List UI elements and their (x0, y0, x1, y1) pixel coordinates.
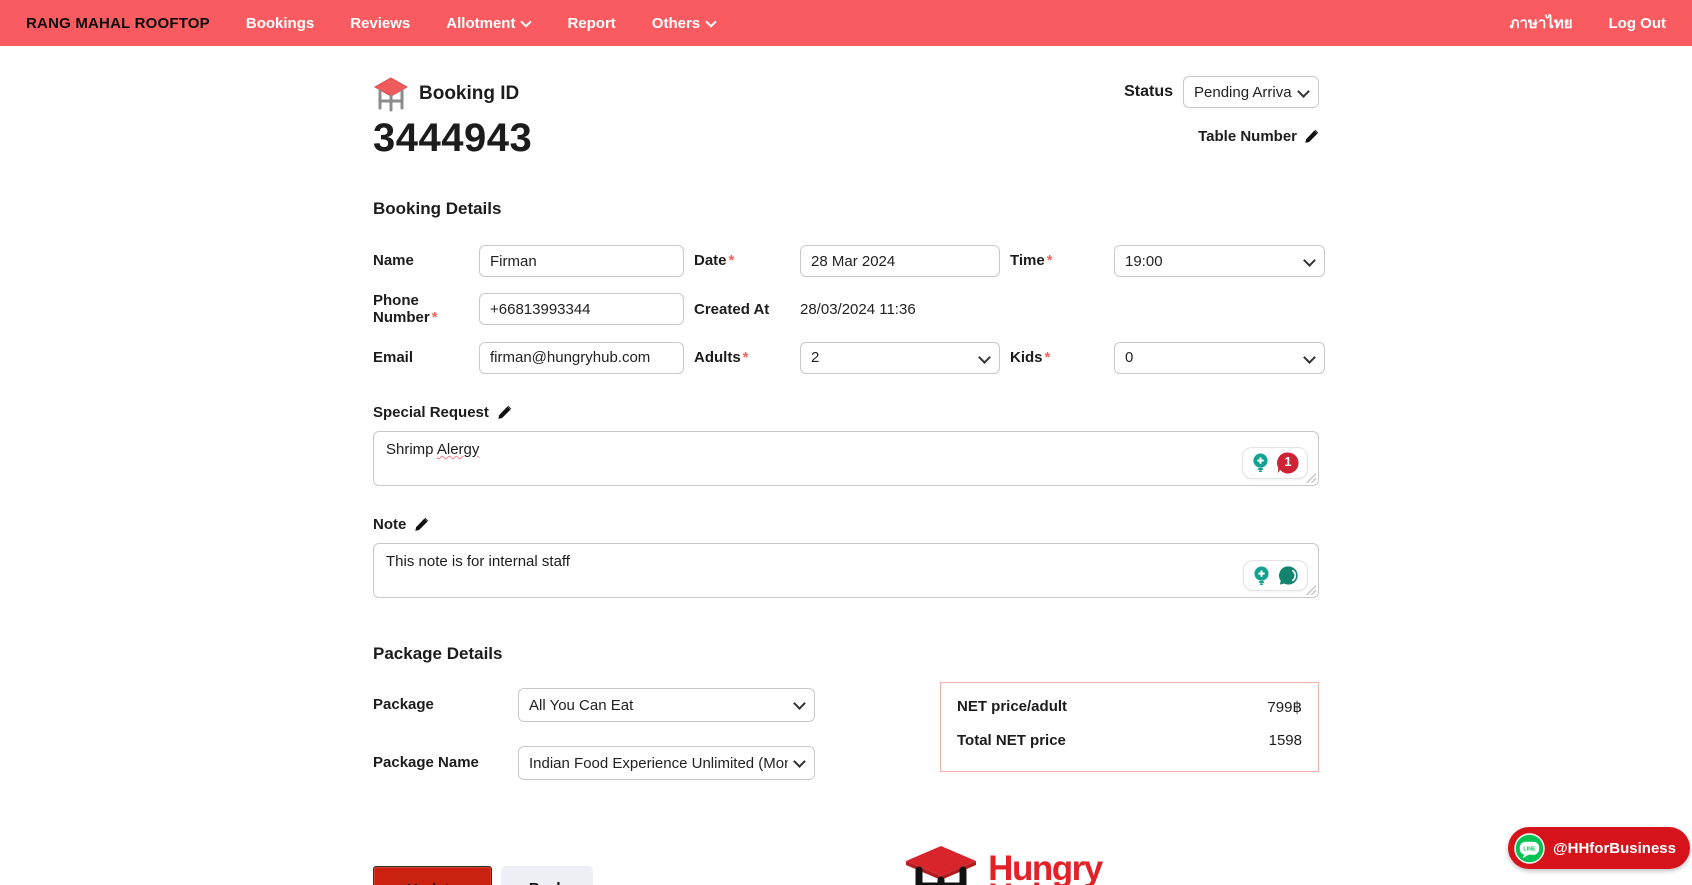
time-select[interactable]: 19:00 (1114, 245, 1325, 277)
package-select-wrap: All You Can Eat (518, 688, 815, 722)
email-input[interactable] (479, 342, 684, 374)
nav-item-allotment[interactable]: Allotment (446, 15, 531, 32)
booking-header: Booking ID 3444943 Status Pending Arriva… (373, 76, 1319, 161)
created-at-value: 28/03/2024 11:36 (800, 301, 1000, 318)
package-details-title: Package Details (373, 644, 1319, 664)
special-request-header: Special Request (373, 404, 1319, 421)
required-marker: * (432, 309, 438, 326)
package-fields: Package All You Can Eat Package Name Ind… (373, 688, 940, 804)
nav-item-bookings[interactable]: Bookings (246, 15, 314, 32)
adults-select[interactable]: 2 (800, 342, 1000, 374)
package-name-label: Package Name (373, 754, 518, 771)
booking-id-block: Booking ID 3444943 (373, 76, 532, 161)
nav-item-label: Others (652, 15, 700, 32)
required-marker: * (1047, 252, 1053, 269)
package-name-select-wrap: Indian Food Experience Unlimited (Monday (518, 746, 815, 780)
table-number-label: Table Number (1198, 128, 1297, 145)
package-select[interactable]: All You Can Eat (518, 688, 815, 722)
back-button[interactable]: Back (501, 866, 593, 885)
required-marker: * (743, 349, 749, 366)
line-contact-button[interactable]: LINE @HHforBusiness (1508, 827, 1690, 869)
status-select-wrap: Pending Arrival (1183, 76, 1319, 108)
adults-select-wrap: 2 (800, 342, 1000, 374)
date-input[interactable] (800, 245, 1000, 277)
nav-item-label: Log Out (1609, 15, 1666, 32)
nav-item-thai-language[interactable]: ภาษาไทย (1510, 11, 1573, 35)
nav-item-label: Bookings (246, 15, 314, 32)
note-icons-pill (1243, 560, 1308, 591)
time-select-wrap: 19:00 (1114, 245, 1325, 277)
price-summary-box: NET price/adult 799฿ Total NET price 159… (940, 682, 1319, 772)
status-block: Status Pending Arrival Table Number (1124, 76, 1319, 161)
kids-select-wrap: 0 (1114, 342, 1325, 374)
note-text: This note is for internal staff (386, 553, 570, 570)
footer: Update Back Hungry Hub Restaurant Suppor… (373, 866, 1319, 885)
name-label: Name (373, 252, 469, 269)
booking-id-label: Booking ID (419, 83, 519, 105)
nav-item-label: Allotment (446, 15, 515, 32)
kids-select[interactable]: 0 (1114, 342, 1325, 374)
edit-pencil-icon[interactable] (1304, 129, 1319, 144)
special-request-label: Special Request (373, 404, 489, 421)
hungryhub-wordmark: Hungry Hub (988, 855, 1102, 885)
nav-item-label: ภาษาไทย (1510, 11, 1573, 35)
nav-item-reviews[interactable]: Reviews (350, 15, 410, 32)
nav-item-report[interactable]: Report (567, 15, 615, 32)
nav-item-label: Reviews (350, 15, 410, 32)
status-select[interactable]: Pending Arrival (1183, 76, 1319, 108)
comment-count-badge[interactable]: 1 (1276, 451, 1300, 475)
created-at-label: Created At (694, 301, 790, 318)
net-price-adult-value: 799฿ (1267, 698, 1302, 716)
name-input[interactable] (479, 245, 684, 277)
edit-pencil-icon[interactable] (414, 517, 429, 532)
update-button[interactable]: Update (373, 866, 492, 885)
package-name-select[interactable]: Indian Food Experience Unlimited (Monday (518, 746, 815, 780)
kids-label: Kids* (1010, 349, 1104, 366)
table-number-row[interactable]: Table Number (1124, 128, 1319, 145)
note-header: Note (373, 516, 1319, 533)
restaurant-brand[interactable]: RANG MAHAL ROOFTOP (26, 15, 210, 32)
note-textarea[interactable]: This note is for internal staff (373, 543, 1319, 598)
time-label: Time* (1010, 252, 1104, 269)
special-request-text-misspelled: Alergy (437, 441, 480, 458)
adults-label: Adults* (694, 349, 790, 366)
badge-count: 1 (1276, 454, 1300, 469)
chevron-down-icon (521, 18, 531, 28)
nav-item-label: Report (567, 15, 615, 32)
total-net-price-label: Total NET price (957, 732, 1066, 749)
package-section: Package All You Can Eat Package Name Ind… (373, 688, 1319, 804)
top-navbar: RANG MAHAL ROOFTOP Bookings Reviews Allo… (0, 0, 1692, 46)
chevron-down-icon (706, 18, 716, 28)
note-label: Note (373, 516, 406, 533)
booking-details-form: Name Date* Time* 19:00 Phone Number* Cre… (373, 245, 1319, 374)
booking-details-title: Booking Details (373, 199, 1319, 219)
email-label: Email (373, 349, 469, 366)
total-net-price-value: 1598 (1269, 732, 1302, 749)
required-marker: * (729, 252, 735, 269)
date-label: Date* (694, 252, 790, 269)
required-marker: * (1045, 349, 1051, 366)
svg-text:LINE: LINE (1523, 846, 1536, 852)
booking-id-value: 3444943 (373, 116, 532, 161)
line-app-icon: LINE (1514, 833, 1545, 864)
nav-item-logout[interactable]: Log Out (1609, 15, 1666, 32)
internal-chat-icon[interactable] (1277, 564, 1300, 587)
special-request-textarea[interactable]: Shrimp Alergy 1 (373, 431, 1319, 486)
package-label: Package (373, 696, 518, 713)
edit-pencil-icon[interactable] (497, 405, 512, 420)
hungryhub-logo: Hungry Hub Restaurant Support 020966433 (902, 844, 1319, 885)
line-badge-label: @HHforBusiness (1553, 840, 1676, 857)
status-label: Status (1124, 83, 1173, 101)
special-request-text: Shrimp (386, 441, 434, 458)
table-icon (373, 76, 409, 112)
nav-item-others[interactable]: Others (652, 15, 716, 32)
special-request-icons-pill: 1 (1242, 447, 1308, 479)
hungryhub-table-icon (902, 844, 980, 885)
net-price-adult-label: NET price/adult (957, 698, 1067, 716)
lightbulb-suggestion-icon[interactable] (1250, 452, 1271, 473)
phone-label: Phone Number* (373, 292, 469, 327)
phone-input[interactable] (479, 293, 684, 325)
lightbulb-suggestion-icon[interactable] (1251, 565, 1272, 586)
